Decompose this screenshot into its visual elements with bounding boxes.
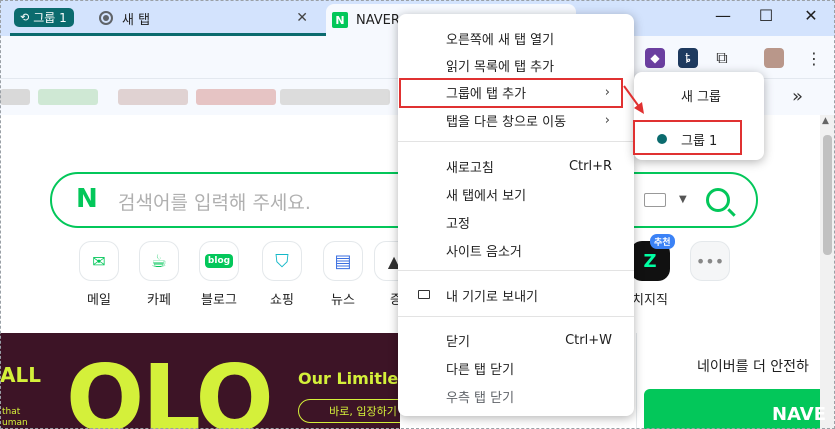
- shortcut-more[interactable]: •••: [680, 241, 740, 281]
- search-placeholder: 검색어를 입력해 주세요.: [118, 192, 311, 214]
- menu-close-right-tabs[interactable]: 우측 탭 닫기: [398, 382, 634, 410]
- group-color-dot: [657, 134, 667, 144]
- menu-close[interactable]: 닫기 Ctrl+W: [398, 326, 634, 354]
- puzzle-icon[interactable]: ⧉: [712, 48, 732, 68]
- naver-favicon-icon: N: [332, 12, 348, 28]
- shortcut-news[interactable]: ▤ 뉴스: [313, 241, 373, 308]
- tab-group-label: 그룹 1: [33, 11, 67, 25]
- tab-title: NAVER: [356, 12, 400, 28]
- extension-icon[interactable]: ◆: [645, 48, 665, 68]
- bookmark-item[interactable]: [38, 89, 98, 105]
- more-dots-icon: •••: [690, 241, 730, 281]
- menu-dots-icon[interactable]: ⋮: [804, 48, 824, 68]
- device-icon: [418, 290, 430, 299]
- chevron-down-icon[interactable]: ▼: [679, 194, 687, 205]
- menu-reload[interactable]: 새로고침 Ctrl+R: [398, 152, 634, 180]
- naver-login-button[interactable]: NAVE: [644, 389, 826, 429]
- profile-avatar[interactable]: [764, 48, 784, 68]
- highlight-box: [399, 78, 623, 108]
- menu-new-tab-right[interactable]: 오른쪽에 새 탭 열기: [398, 24, 634, 52]
- menu-move-to-window[interactable]: 탭을 다른 창으로 이동 ›: [398, 106, 634, 134]
- recommend-badge: 추천: [650, 234, 675, 249]
- menu-pin[interactable]: 고정: [398, 208, 634, 236]
- banner-small-text: that uman: [2, 407, 28, 428]
- menu-separator: [398, 141, 634, 142]
- tab-context-menu: 오른쪽에 새 탭 열기 읽기 목록에 탭 추가 그룹에 탭 추가 › 탭을 다른 …: [398, 14, 634, 416]
- chevron-right-icon: ›: [604, 112, 610, 128]
- menu-send-to-devices[interactable]: 내 기기로 보내기: [398, 281, 634, 309]
- mail-icon: ✉: [79, 241, 119, 281]
- banner-left-text: ALL: [0, 363, 41, 387]
- shortcut-blog[interactable]: blog 블로그: [189, 241, 249, 308]
- banner-headline: Our Limitless: [298, 369, 400, 388]
- bookmark-item[interactable]: [280, 89, 390, 105]
- bookmark-item[interactable]: [118, 89, 188, 105]
- shortcut-shopping[interactable]: ⛉ 쇼핑: [252, 241, 312, 308]
- bookmark-item[interactable]: [196, 89, 276, 105]
- shopping-bag-icon: ⛉: [262, 241, 302, 281]
- scroll-up-icon[interactable]: ▲: [822, 116, 829, 126]
- menu-close-other-tabs[interactable]: 다른 탭 닫기: [398, 354, 634, 382]
- tab-close-icon[interactable]: ✕: [296, 10, 308, 26]
- bookmarks-more-icon[interactable]: »: [792, 86, 803, 107]
- tab-new-tab[interactable]: 새 탭 ✕: [92, 4, 318, 32]
- minimize-button[interactable]: —: [708, 6, 738, 25]
- close-window-button[interactable]: ✕: [796, 6, 826, 25]
- search-icon[interactable]: [706, 188, 730, 212]
- translate-extension-icon[interactable]: ȶ: [678, 48, 698, 68]
- news-icon: ▤: [323, 241, 363, 281]
- menu-add-reading-list[interactable]: 읽기 목록에 탭 추가: [398, 51, 634, 79]
- sync-icon: ⟲: [20, 11, 30, 24]
- menu-view-in-new-tab[interactable]: 새 탭에서 보기: [398, 180, 634, 208]
- cafe-icon: ☕: [139, 241, 179, 281]
- menu-mute-site[interactable]: 사이트 음소거: [398, 236, 634, 264]
- bookmark-item[interactable]: [0, 89, 30, 105]
- banner-big-text: OLO: [66, 345, 274, 429]
- tab-group-chip[interactable]: ⟲ 그룹 1: [14, 8, 74, 27]
- shortcut-cafe[interactable]: ☕ 카페: [129, 241, 189, 308]
- promo-banner[interactable]: ALL that uman OLO Our Limitless 바로, 입장하기: [0, 333, 400, 429]
- naver-logo: N: [76, 184, 98, 214]
- submenu-new-group[interactable]: 새 그룹: [681, 86, 721, 105]
- banner-button[interactable]: 바로, 입장하기: [298, 399, 400, 423]
- chrome-icon: [98, 10, 114, 26]
- annotation-arrow-icon: [623, 85, 644, 114]
- maximize-button[interactable]: ☐: [751, 6, 781, 25]
- submenu-group-1[interactable]: 그룹 1: [633, 120, 742, 155]
- login-promo-text: 네이버를 더 안전하: [697, 359, 809, 375]
- menu-separator: [398, 316, 634, 317]
- menu-separator: [398, 270, 634, 271]
- tab-title: 새 탭: [122, 12, 151, 28]
- shortcut-mail[interactable]: ✉ 메일: [69, 241, 129, 308]
- divider: [636, 333, 637, 429]
- keyboard-icon[interactable]: [644, 193, 666, 207]
- shortcut-stock[interactable]: ▲ 증: [374, 241, 398, 308]
- scrollbar-thumb[interactable]: [823, 135, 832, 255]
- stock-icon: ▲: [374, 241, 398, 281]
- blog-icon: blog: [199, 241, 239, 281]
